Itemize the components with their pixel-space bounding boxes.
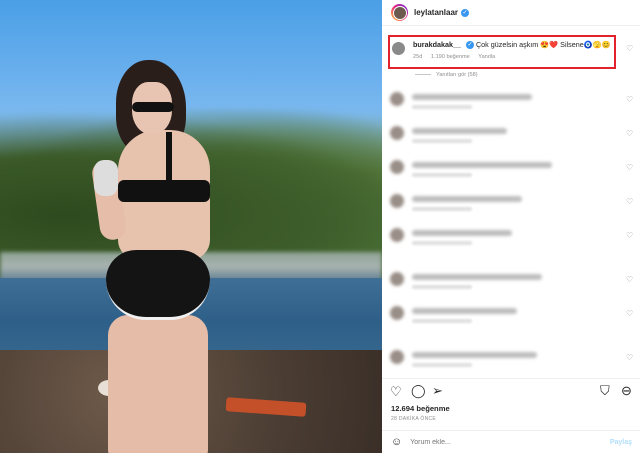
heart-icon[interactable]: ♡ — [390, 385, 402, 398]
reply-button[interactable]: Yanıtla — [478, 54, 495, 60]
post-comment-button[interactable]: Paylaş — [610, 439, 632, 446]
comment-meta: 25d 1.190 beğenme Yanıtla — [413, 54, 502, 60]
blurred-comment-text — [412, 162, 552, 168]
list-item: ♡ — [390, 160, 633, 186]
heart-icon[interactable]: ♡ — [626, 197, 633, 206]
list-item: ♡ — [390, 272, 633, 298]
legs — [108, 315, 208, 453]
blurred-comment-text — [412, 94, 532, 100]
blurred-comment-text — [412, 308, 517, 314]
post-sidebar: leylatanlaar ✓ burakdakak__ ✓ Çok güzels… — [382, 0, 640, 453]
verified-icon: ✓ — [465, 41, 474, 50]
view-replies-label[interactable]: Yanıtları gör (58) — [436, 72, 478, 78]
author-avatar[interactable] — [391, 4, 408, 21]
blurred-comment-meta — [412, 241, 472, 245]
action-bar: ♡ ◯ ➢ ⛉ ⊖ — [382, 378, 640, 402]
heart-icon[interactable]: ♡ — [626, 275, 633, 284]
hand — [94, 160, 118, 196]
blurred-comment-text — [412, 274, 542, 280]
commenter-avatar[interactable] — [390, 194, 404, 208]
blurred-comment-text — [412, 230, 512, 236]
heart-icon[interactable]: ♡ — [626, 309, 633, 318]
author-avatar-image — [392, 5, 407, 20]
heart-icon[interactable]: ♡ — [626, 163, 633, 172]
commenter-avatar[interactable] — [390, 126, 404, 140]
shorts — [106, 250, 210, 320]
blurred-comment-meta — [412, 207, 472, 211]
blurred-comment-meta — [412, 139, 472, 143]
comment-age: 25d — [413, 54, 423, 60]
heart-icon[interactable]: ♡ — [626, 44, 633, 53]
heart-icon[interactable]: ♡ — [626, 129, 633, 138]
bookmark-icon[interactable]: ⛉ — [600, 384, 610, 397]
heart-icon[interactable]: ♡ — [626, 353, 633, 362]
commenter-avatar[interactable] — [390, 272, 404, 286]
comment-body: burakdakak__ ✓ Çok güzelsin aşkım 😍❤️ Si… — [413, 40, 613, 50]
list-item: ♡ — [390, 92, 633, 118]
top — [118, 180, 210, 202]
list-item: ♡ — [390, 350, 633, 376]
commenter-username[interactable]: burakdakak__ — [413, 40, 461, 49]
replies-line — [415, 74, 431, 76]
blurred-comment-text — [412, 128, 507, 134]
commenter-avatar[interactable] — [390, 160, 404, 174]
blurred-comment-meta — [412, 285, 472, 289]
list-item: ♡ — [390, 194, 633, 220]
blurred-comment-meta — [412, 319, 472, 323]
sunglasses — [132, 102, 174, 112]
heart-icon[interactable]: ♡ — [626, 231, 633, 240]
commenter-avatar[interactable] — [390, 92, 404, 106]
comment-icon[interactable]: ◯ — [411, 384, 426, 397]
author-username[interactable]: leylatanlaar — [414, 8, 458, 17]
commenter-avatar[interactable] — [390, 228, 404, 242]
commenter-avatar[interactable] — [390, 350, 404, 364]
post-age: 28 DAKİKA ÖNCE — [391, 416, 437, 422]
view-replies[interactable]: Yanıtları gör (58) — [415, 72, 478, 78]
blurred-comment-text — [412, 196, 522, 202]
strap — [166, 132, 172, 184]
person-figure — [90, 60, 226, 453]
commenter-avatar[interactable] — [392, 42, 405, 55]
verified-icon: ✓ — [461, 8, 470, 17]
likes-count[interactable]: 12.694 beğenme — [391, 404, 450, 413]
comment-text: Çok güzelsin aşkım 😍❤️ Silsene🧿🫣😊 — [475, 40, 611, 49]
list-item: ♡ — [390, 126, 633, 152]
comment-likes[interactable]: 1.190 beğenme — [431, 54, 470, 60]
add-comment-bar: ☺ Paylaş — [382, 430, 640, 453]
post-header: leylatanlaar ✓ — [382, 0, 640, 26]
blurred-comment-meta — [412, 363, 472, 367]
blurred-comment-meta — [412, 105, 472, 109]
more-icon[interactable]: ⊖ — [621, 384, 632, 397]
list-item: ♡ — [390, 306, 633, 332]
list-item: ♡ — [390, 228, 633, 254]
share-icon[interactable]: ➢ — [432, 384, 443, 397]
blurred-comment-text — [412, 352, 537, 358]
emoji-icon[interactable]: ☺ — [391, 436, 402, 448]
blurred-comment-meta — [412, 173, 472, 177]
post-photo[interactable] — [0, 0, 382, 453]
commenter-avatar[interactable] — [390, 306, 404, 320]
heart-icon[interactable]: ♡ — [626, 95, 633, 104]
comment-input[interactable] — [410, 438, 601, 446]
